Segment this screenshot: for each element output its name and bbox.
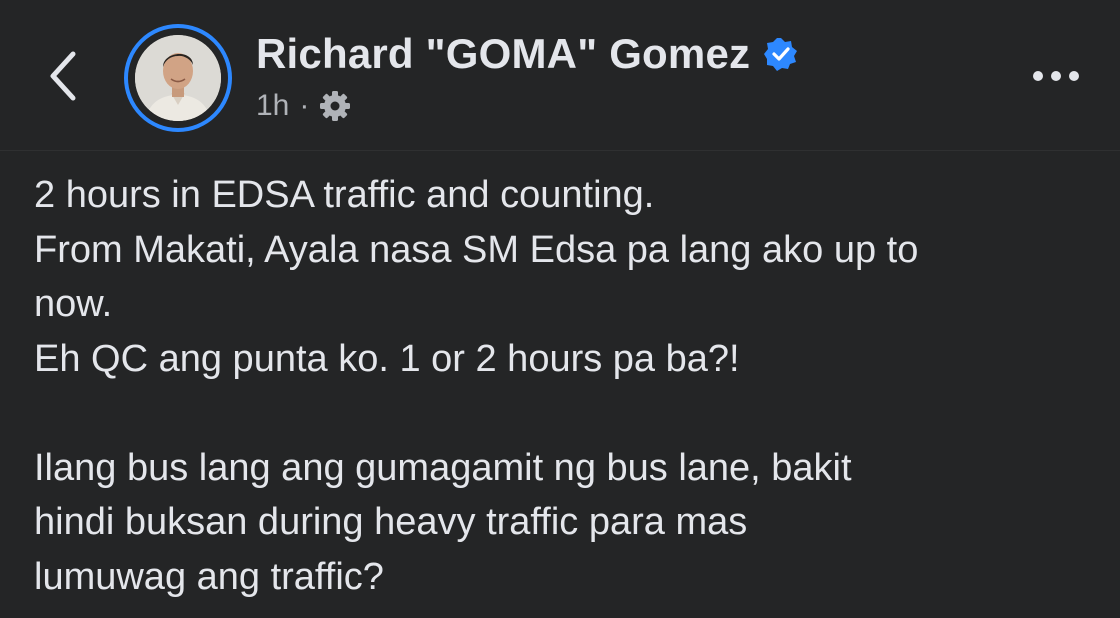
more-options-icon: [1033, 71, 1043, 81]
back-button[interactable]: [38, 46, 88, 106]
post-header: Richard "GOMA" Gomez 1h ·: [0, 0, 1120, 151]
verified-badge-icon: [764, 38, 798, 71]
post-line: From Makati, Ayala nasa SM Edsa pa lang …: [34, 228, 919, 271]
post-text: 2 hours in EDSA traffic and counting. Fr…: [34, 168, 1104, 604]
more-dot: [1069, 71, 1079, 81]
profile-photo: [135, 35, 221, 121]
post-line: lumuwag ang traffic?: [34, 555, 384, 598]
post-line: Eh QC ang punta ko. 1 or 2 hours pa ba?!: [34, 337, 740, 380]
more-dot: [1051, 71, 1061, 81]
post-time[interactable]: 1h: [256, 89, 289, 123]
gear-icon[interactable]: [319, 90, 351, 122]
paragraph-break: [34, 386, 1104, 441]
meta-separator: ·: [299, 89, 310, 122]
author-name[interactable]: Richard "GOMA" Gomez: [256, 30, 750, 78]
author-row: Richard "GOMA" Gomez: [256, 26, 798, 82]
post-line: 2 hours in EDSA traffic and counting.: [34, 174, 655, 216]
post-meta: 1h ·: [256, 86, 351, 126]
chevron-left-icon: [50, 51, 76, 101]
post-line: Ilang bus lang ang gumagamit ng bus lane…: [34, 446, 852, 489]
post-line: hindi buksan during heavy traffic para m…: [34, 501, 748, 543]
post-line: now.: [34, 283, 113, 325]
more-options-button[interactable]: [1026, 58, 1086, 94]
avatar[interactable]: [124, 24, 232, 132]
